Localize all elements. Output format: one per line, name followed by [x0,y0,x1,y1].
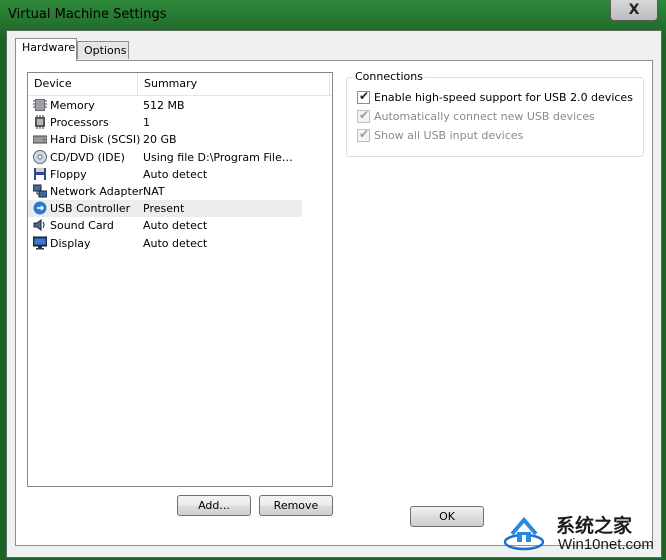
device-row-processors[interactable]: Processors 1 [28,114,332,131]
show-usb-input-label: Show all USB input devices [374,129,524,142]
device-summary: Using file D:\Program Files\v... [143,150,293,164]
hard-disk-icon [32,132,48,146]
device-summary: 20 GB [143,133,177,147]
processor-icon [33,115,47,130]
device-row-display[interactable]: Display Auto detect [28,235,332,252]
dialog-client: Hardware Options Device Summary Memory 5… [6,30,662,558]
show-usb-input-checkbox: ✔ [357,127,370,142]
device-summary: 1 [143,116,150,130]
check-icon: ✔ [359,127,370,141]
device-name: Floppy [50,167,87,181]
check-icon: ✔ [359,89,370,103]
column-header-summary[interactable]: Summary [138,73,330,95]
device-name: Display [50,236,91,250]
device-summary: Auto detect [143,167,208,181]
watermark: 系统之家 Win10net.com [492,508,666,560]
watermark-line1: 系统之家 [556,515,633,537]
network-adapter-icon [32,184,48,198]
title-bar: Virtual Machine Settings X [0,0,666,30]
device-summary: 512 MB [143,99,185,112]
remove-button[interactable]: Remove [259,495,333,516]
floppy-icon [33,167,47,181]
connections-title: Connections [353,70,425,84]
device-name: Hard Disk (SCSI) [50,133,141,147]
close-button[interactable]: X [610,0,658,21]
connections-group: Connections ✔ Enable high-speed support … [346,70,644,157]
ok-button[interactable]: OK [410,506,484,527]
check-icon: ✔ [359,108,370,122]
device-row-floppy[interactable]: Floppy Auto detect [28,166,332,183]
add-button[interactable]: Add... [177,495,251,516]
display-icon [32,236,48,250]
usb2-highspeed-label: Enable high-speed support for USB 2.0 de… [374,91,633,104]
tab-options[interactable]: Options [77,41,129,59]
device-row-network-adapter[interactable]: Network Adapter NAT [28,183,332,200]
device-name: Memory [50,99,95,112]
device-name: Network Adapter [50,184,144,198]
hardware-panel: Device Summary Memory 512 MB Processors … [15,60,653,546]
auto-connect-checkbox: ✔ [357,108,370,123]
device-name: Processors [50,116,109,130]
device-name: USB Controller [50,202,131,216]
window-title: Virtual Machine Settings [8,7,167,22]
device-row-cd-dvd[interactable]: CD/DVD (IDE) Using file D:\Program Files… [28,149,332,166]
tab-hardware[interactable]: Hardware [15,38,77,61]
cd-dvd-icon [33,149,47,164]
sound-card-icon [33,218,47,232]
memory-icon [33,98,47,112]
close-icon: X [628,2,640,18]
device-row-sound-card[interactable]: Sound Card Auto detect [28,217,332,234]
window: Virtual Machine Settings X Hardware Opti… [0,0,666,560]
device-summary: Present [143,202,185,216]
auto-connect-label: Automatically connect new USB devices [374,110,595,123]
device-summary: NAT [143,184,165,198]
watermark-line2: Win10net.com [558,536,654,553]
device-list[interactable]: Device Summary Memory 512 MB Processors … [27,72,333,487]
column-header-device[interactable]: Device [28,73,138,95]
device-row-usb-controller[interactable]: USB Controller Present [28,200,302,218]
device-row-memory[interactable]: Memory 512 MB [28,97,332,114]
device-rows: Memory 512 MB Processors 1 Hard Disk (SC… [28,97,332,252]
device-name: Sound Card [50,219,114,233]
device-row-hard-disk[interactable]: Hard Disk (SCSI) 20 GB [28,131,332,148]
device-list-header: Device Summary [28,73,332,96]
usb-controller-icon [33,201,47,215]
device-summary: Auto detect [143,236,208,250]
usb2-highspeed-checkbox[interactable]: ✔ [357,89,370,104]
device-summary: Auto detect [143,219,208,233]
watermark-house-icon [504,516,544,551]
device-name: CD/DVD (IDE) [50,150,125,164]
